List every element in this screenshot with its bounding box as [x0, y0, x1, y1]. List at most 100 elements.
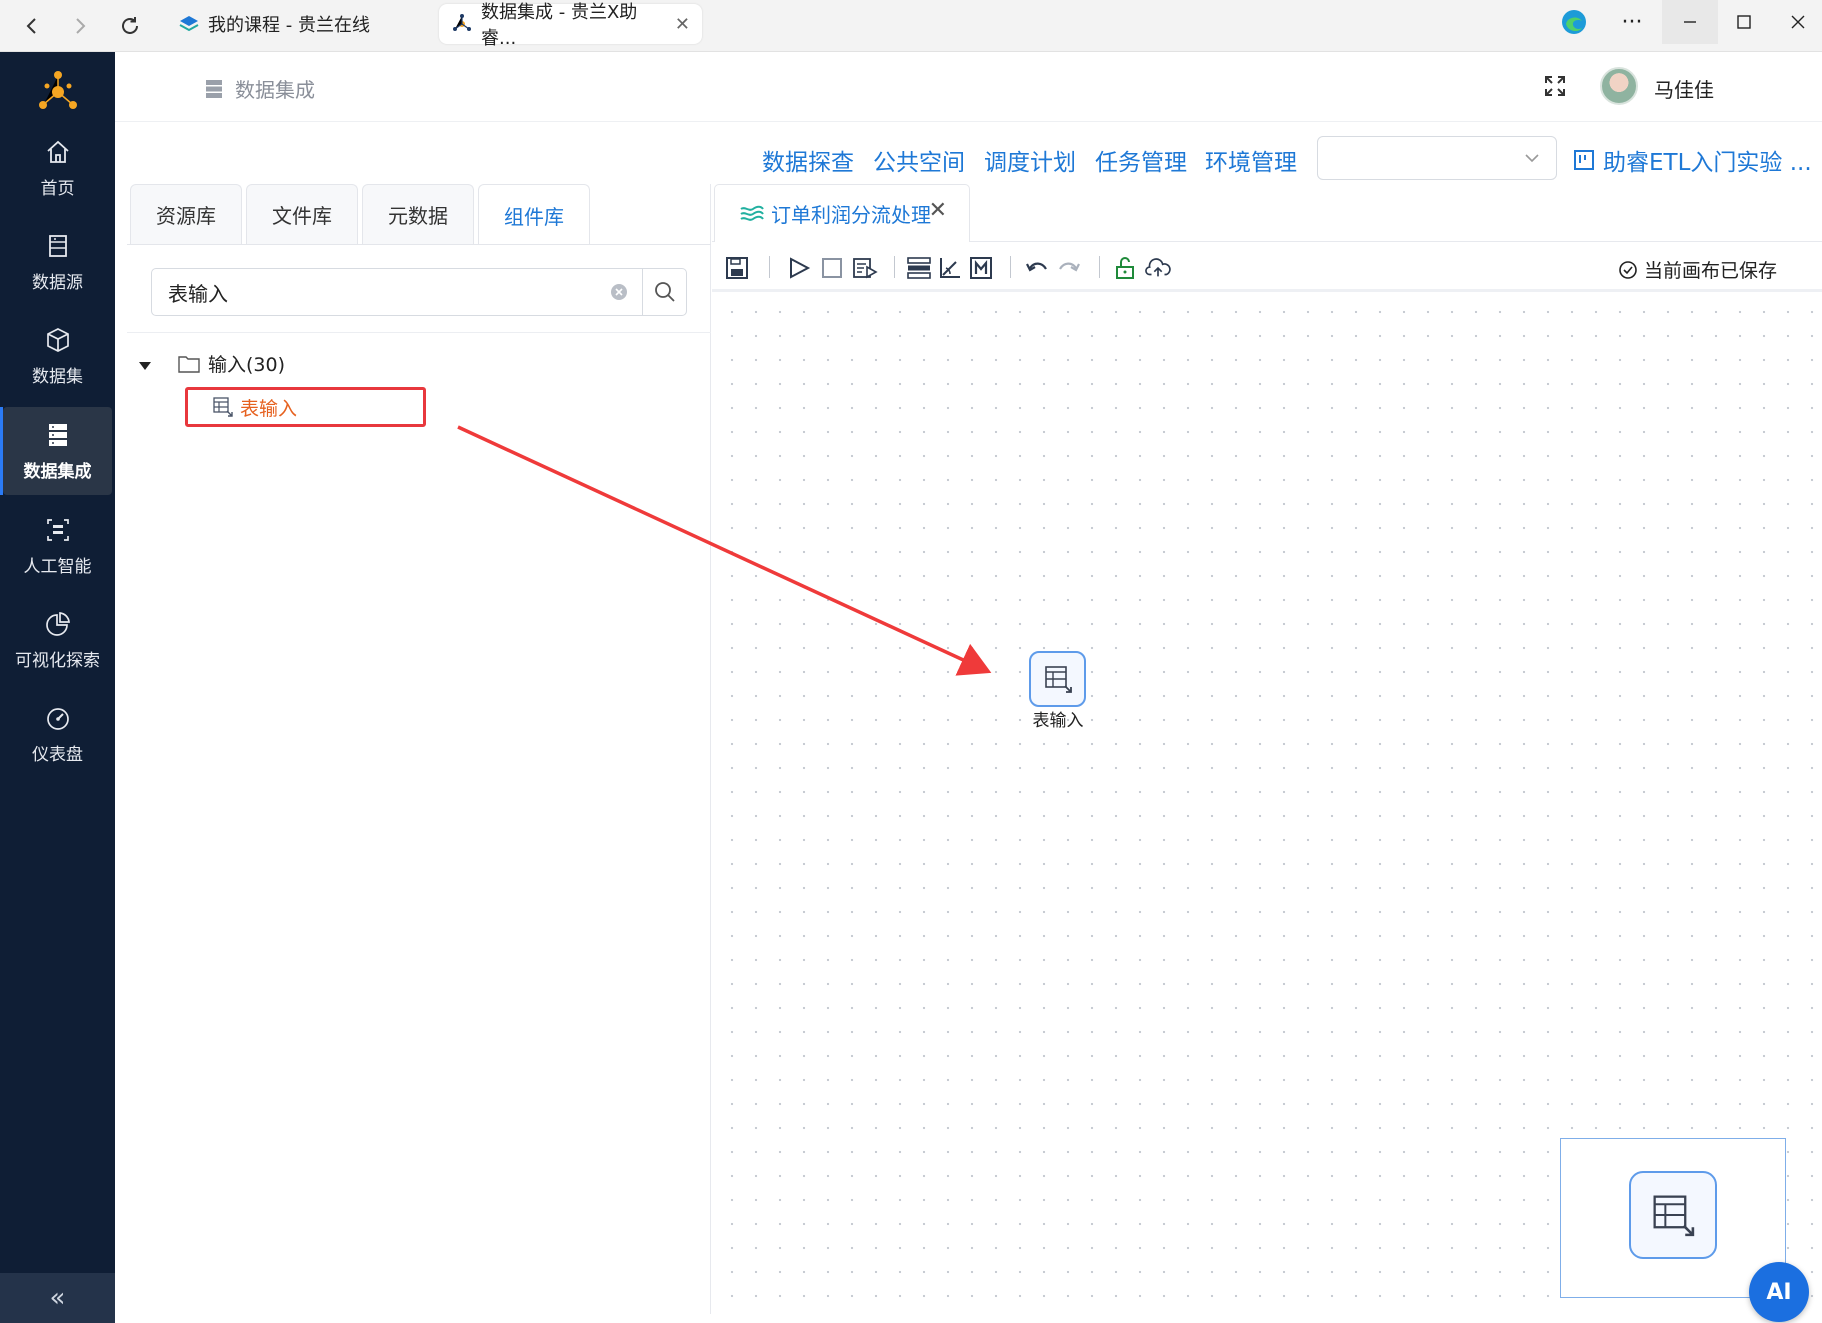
app-logo-icon[interactable]	[30, 64, 86, 120]
undo-icon[interactable]	[1024, 255, 1050, 281]
sidebar-item-label: 首页	[40, 178, 75, 199]
close-icon[interactable]: ✕	[929, 198, 947, 223]
table-input-icon	[213, 397, 233, 417]
chevron-down-icon	[1525, 154, 1539, 163]
ai-assistant-button[interactable]: AI	[1749, 1262, 1809, 1322]
browser-tab-data-integration[interactable]: 数据集成 - 贵兰X助睿... ✕	[439, 2, 702, 49]
forward-button[interactable]	[62, 8, 98, 44]
dashboard-icon	[46, 707, 69, 730]
double-chevron-left-icon: «	[49, 1283, 66, 1313]
maximize-button[interactable]	[1716, 0, 1772, 44]
canvas-tabs: 订单利润分流处理 ✕	[712, 184, 1822, 242]
breadcrumb-label: 数据集成	[235, 78, 315, 102]
search-button[interactable]	[642, 269, 687, 315]
sidebar-item-label: 仪表盘	[32, 744, 83, 765]
tab-close-icon[interactable]: ✕	[675, 14, 690, 35]
toolbar-divider	[1010, 256, 1011, 278]
browser-tab-courses[interactable]: 我的课程 - 贵兰在线	[166, 4, 426, 44]
cube-icon	[46, 327, 69, 352]
sidebar-collapse-button[interactable]: «	[0, 1273, 115, 1323]
back-button[interactable]	[14, 8, 50, 44]
caret-down-icon[interactable]	[139, 362, 151, 372]
server-icon	[48, 423, 67, 446]
save-icon[interactable]	[724, 255, 750, 281]
more-icon[interactable]: ···	[1604, 0, 1660, 44]
menu-link-public-space[interactable]: 公共空间	[873, 143, 965, 177]
redo-icon[interactable]	[1056, 255, 1082, 281]
project-name: 助睿ETL入门实验 ...	[1603, 150, 1812, 176]
canvas-node-table-input[interactable]	[1029, 651, 1086, 707]
tree-item-table-input[interactable]: 表输入	[185, 387, 426, 427]
stop-icon[interactable]	[819, 255, 845, 281]
menu-link-env-manage[interactable]: 环境管理	[1205, 143, 1297, 177]
home-icon	[46, 140, 69, 163]
flow-icon	[740, 205, 764, 221]
username[interactable]: 马佳佳	[1654, 74, 1714, 103]
sidebar-item-label: 数据集	[32, 366, 83, 387]
sidebar-item-label: 数据集成	[23, 461, 92, 482]
cloud-upload-icon[interactable]	[1145, 255, 1171, 281]
search-input[interactable]	[152, 269, 642, 315]
canvas-node-label: 表输入	[1032, 711, 1084, 731]
layers-icon	[178, 13, 200, 35]
sidebar-item-visual-explore[interactable]: 可视化探索	[0, 596, 115, 684]
environment-select[interactable]	[1317, 136, 1557, 180]
maximize-icon	[1737, 15, 1751, 29]
close-window-button[interactable]	[1770, 0, 1822, 44]
run-icon[interactable]	[786, 255, 812, 281]
project-link[interactable]: 助睿ETL入门实验 ...	[1573, 143, 1812, 177]
avatar[interactable]	[1600, 67, 1638, 105]
tab-canvas-order-profit[interactable]: 订单利润分流处理 ✕	[714, 184, 970, 242]
component-panel: 资源库 文件库 元数据 组件库 输入(30) 表输入	[115, 184, 711, 1314]
tree-folder-input[interactable]: 输入(30)	[178, 350, 285, 377]
module-icon[interactable]	[968, 255, 994, 281]
edge-icon[interactable]	[1546, 0, 1602, 44]
tab-metadata[interactable]: 元数据	[362, 184, 474, 244]
ai-icon	[46, 518, 69, 541]
breadcrumb: 数据集成	[205, 74, 315, 103]
toolbar-divider	[1099, 256, 1100, 278]
close-icon	[1791, 15, 1805, 29]
debug-run-icon[interactable]	[852, 255, 878, 281]
check-circle-icon	[1619, 260, 1637, 279]
chevron-left-icon	[26, 18, 36, 34]
sidebar-item-home[interactable]: 首页	[0, 124, 115, 212]
fullscreen-icon[interactable]	[1543, 74, 1567, 102]
tab-resource-library[interactable]: 资源库	[130, 184, 242, 244]
datasource-icon	[48, 234, 67, 257]
align-icon[interactable]	[906, 255, 932, 281]
unlock-icon[interactable]	[1112, 255, 1138, 281]
tree-folder-label: 输入(30)	[208, 354, 286, 376]
toolbar-divider	[894, 256, 895, 278]
canvas-minimap[interactable]	[1560, 1138, 1786, 1298]
coordinate-icon[interactable]	[937, 255, 963, 281]
canvas-tab-title: 订单利润分流处理	[771, 203, 931, 227]
save-status-text: 当前画布已保存	[1644, 260, 1778, 282]
table-input-icon	[1653, 1195, 1695, 1237]
save-status: 当前画布已保存	[1618, 256, 1777, 283]
reload-icon	[122, 17, 138, 34]
clear-icon[interactable]	[609, 282, 629, 302]
menu-link-schedule[interactable]: 调度计划	[984, 143, 1076, 177]
menu-link-data-explore[interactable]: 数据探查	[762, 143, 854, 177]
browser-tab-title: 我的课程 - 贵兰在线	[208, 15, 370, 36]
toolbar-divider	[769, 256, 770, 278]
reload-button[interactable]	[112, 8, 148, 44]
sidebar-item-datasource[interactable]: 数据源	[0, 218, 115, 306]
sidebar-item-label: 可视化探索	[15, 650, 100, 671]
table-input-icon	[1044, 666, 1072, 693]
browser-toolbar: 我的课程 - 贵兰在线 数据集成 - 贵兰X助睿... ✕ ···	[0, 0, 1822, 52]
folder-icon	[178, 355, 200, 373]
tab-file-library[interactable]: 文件库	[246, 184, 358, 244]
app-logo-icon	[451, 13, 473, 35]
minimize-button[interactable]	[1662, 0, 1718, 44]
sidebar-item-data-integration[interactable]: 数据集成	[0, 407, 112, 495]
menu-link-task-manage[interactable]: 任务管理	[1095, 143, 1187, 177]
sidebar-item-dataset[interactable]: 数据集	[0, 312, 115, 400]
minimap-node	[1629, 1171, 1717, 1259]
sidebar-item-ai[interactable]: 人工智能	[0, 502, 115, 590]
function-menu: 数据探查 公共空间 调度计划 任务管理 环境管理 助睿ETL入门实验 ...	[115, 122, 1822, 184]
tree-item-label: 表输入	[240, 397, 298, 420]
tab-component-library[interactable]: 组件库	[478, 184, 590, 245]
sidebar-item-dashboard[interactable]: 仪表盘	[0, 690, 115, 778]
